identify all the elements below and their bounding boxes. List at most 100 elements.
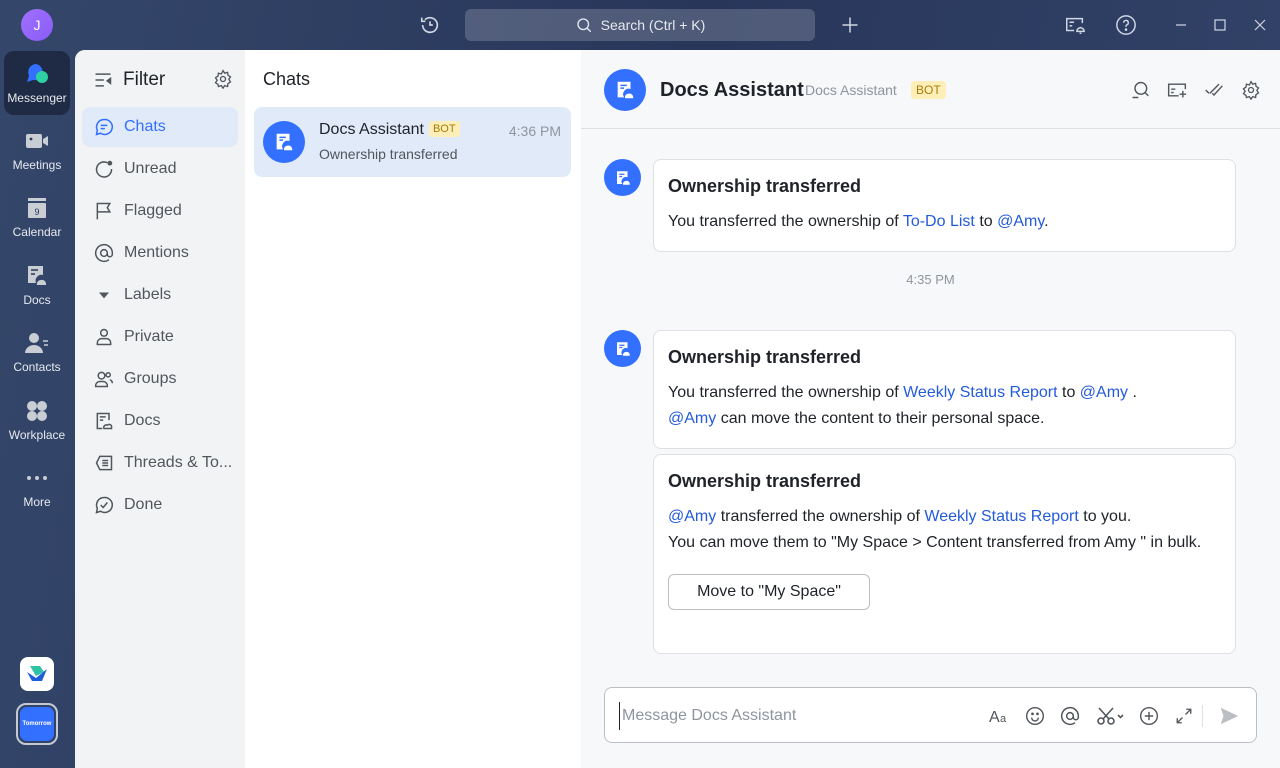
search-chat-icon[interactable] (1129, 79, 1151, 101)
title-bar: J Search (Ctrl + K) (0, 0, 1280, 50)
add-tab-icon[interactable] (1166, 79, 1188, 101)
chat-name-text: Docs Assistant (319, 121, 424, 138)
filter-item-flagged[interactable]: Flagged (82, 191, 238, 231)
doc-link[interactable]: Weekly Status Report (924, 508, 1078, 525)
move-to-my-space-button[interactable]: Move to "My Space" (668, 574, 870, 610)
history-icon[interactable] (417, 12, 443, 38)
notification-settings-icon[interactable] (1062, 12, 1088, 38)
tomorrow-tile[interactable]: Tomorrow (16, 703, 58, 745)
filter-item-labels[interactable]: Labels (82, 275, 238, 315)
conversation-header: Docs Assistant Docs Assistant BOT (581, 50, 1280, 129)
close-icon[interactable] (1247, 12, 1273, 38)
mention-link[interactable]: @Amy (668, 410, 716, 427)
chat-name: Docs Assistant BOT (319, 121, 460, 139)
filter-header: Filter (93, 67, 233, 93)
collapse-filter-icon[interactable] (93, 70, 113, 90)
maximize-icon[interactable] (1207, 12, 1233, 38)
text-format-icon[interactable]: Aa (988, 704, 1012, 728)
rail-item-more[interactable]: More (4, 455, 70, 519)
send-icon[interactable] (1217, 704, 1241, 728)
help-icon[interactable] (1113, 12, 1139, 38)
rail-item-messenger[interactable]: Messenger (4, 51, 70, 115)
rail-item-docs[interactable]: Docs (4, 253, 70, 317)
chat-time: 4:36 PM (508, 123, 561, 139)
messenger-icon (27, 64, 48, 83)
filter-title: Filter (123, 69, 166, 90)
user-avatar[interactable]: J (21, 9, 53, 41)
text: can move the content to their personal s… (720, 410, 1045, 427)
minimize-icon[interactable] (1168, 12, 1194, 38)
search-input[interactable]: Search (Ctrl + K) (465, 9, 815, 41)
screenshot-icon[interactable] (1095, 704, 1127, 728)
rail-label: Messenger (7, 91, 67, 105)
add-icon[interactable] (837, 12, 863, 38)
gear-icon[interactable] (213, 69, 233, 94)
mention-link[interactable]: @Amy (1080, 384, 1128, 401)
conversation-title: Docs Assistant (660, 79, 804, 101)
chat-settings-icon[interactable] (1240, 79, 1262, 101)
mention-icon[interactable] (1058, 704, 1082, 728)
unread-icon (95, 160, 113, 178)
bot-avatar[interactable] (604, 159, 641, 196)
filter-item-unread[interactable]: Unread (82, 149, 238, 189)
filter-panel: Filter Chats Unread Flagged Mentions Lab… (75, 50, 245, 768)
rail-item-contacts[interactable]: Contacts (4, 320, 70, 384)
chat-list-item[interactable]: Docs Assistant BOT 4:36 PM Ownership tran… (254, 107, 571, 177)
svg-text:A: A (989, 709, 1000, 726)
docs-bot-icon (616, 170, 630, 185)
bot-avatar[interactable] (604, 330, 641, 367)
message-composer: Aa (604, 687, 1257, 743)
mark-done-icon[interactable] (1203, 79, 1225, 101)
add-attachment-icon[interactable] (1137, 704, 1161, 728)
chats-panel: Chats Docs Assistant BOT 4:36 PM Ownershi… (245, 50, 581, 768)
filter-label: Labels (124, 286, 172, 303)
filter-item-docs[interactable]: Docs (82, 401, 238, 441)
message-card: Ownership transferred You transferred th… (653, 159, 1236, 252)
filter-label: Done (124, 496, 163, 513)
docs-bot-icon (276, 133, 293, 151)
message-input[interactable] (619, 702, 969, 730)
filter-label: Docs (124, 412, 161, 429)
filter-item-done[interactable]: Done (82, 485, 238, 525)
app-shortcut-tile[interactable] (20, 657, 54, 691)
filter-item-groups[interactable]: Groups (82, 359, 238, 399)
docs-icon (96, 412, 113, 430)
filter-label: Flagged (124, 202, 182, 219)
more-icon (27, 476, 47, 480)
done-icon (95, 496, 113, 514)
search-placeholder: Search (Ctrl + K) (600, 17, 706, 33)
doc-link[interactable]: Weekly Status Report (903, 384, 1057, 401)
rail-item-workplace[interactable]: Workplace (4, 388, 70, 452)
emoji-icon[interactable] (1023, 704, 1047, 728)
filter-item-private[interactable]: Private (82, 317, 238, 357)
rail-item-meetings[interactable]: Meetings (4, 118, 70, 182)
calendar-icon: 9 (28, 198, 46, 218)
rail-label: Meetings (12, 158, 62, 172)
rail-label: Workplace (8, 428, 66, 442)
text: to (979, 213, 998, 230)
card-title: Ownership transferred (668, 176, 862, 196)
rail-item-calendar[interactable]: 9 Calendar (4, 185, 70, 249)
nav-rail: Messenger Meetings 9 Calendar Docs Conta… (0, 50, 75, 768)
expand-icon[interactable] (1172, 704, 1196, 728)
filter-label: Threads & To... (124, 454, 233, 471)
filter-item-mentions[interactable]: Mentions (82, 233, 238, 273)
card-text: You transferred the ownership of To-Do L… (668, 209, 1221, 235)
mention-link[interactable]: @Amy (997, 213, 1044, 230)
doc-link[interactable]: To-Do List (903, 213, 975, 230)
card-title: Ownership transferred (668, 471, 862, 491)
text: You transferred the ownership of (668, 384, 904, 401)
filter-item-threads[interactable]: Threads & To... (82, 443, 238, 483)
bot-avatar[interactable] (604, 69, 646, 111)
filter-item-chats[interactable]: Chats (82, 107, 238, 147)
filter-label: Mentions (124, 244, 189, 261)
svg-text:9: 9 (34, 207, 39, 217)
filter-label: Chats (124, 118, 166, 135)
message-card: Ownership transferred @Amy transferred t… (653, 454, 1236, 654)
workplace-icon (27, 401, 47, 421)
filter-label: Unread (124, 160, 177, 177)
text: to (1062, 384, 1080, 401)
chats-title: Chats (263, 69, 311, 89)
composer-divider (1202, 705, 1203, 727)
mention-link[interactable]: @Amy (668, 508, 716, 525)
